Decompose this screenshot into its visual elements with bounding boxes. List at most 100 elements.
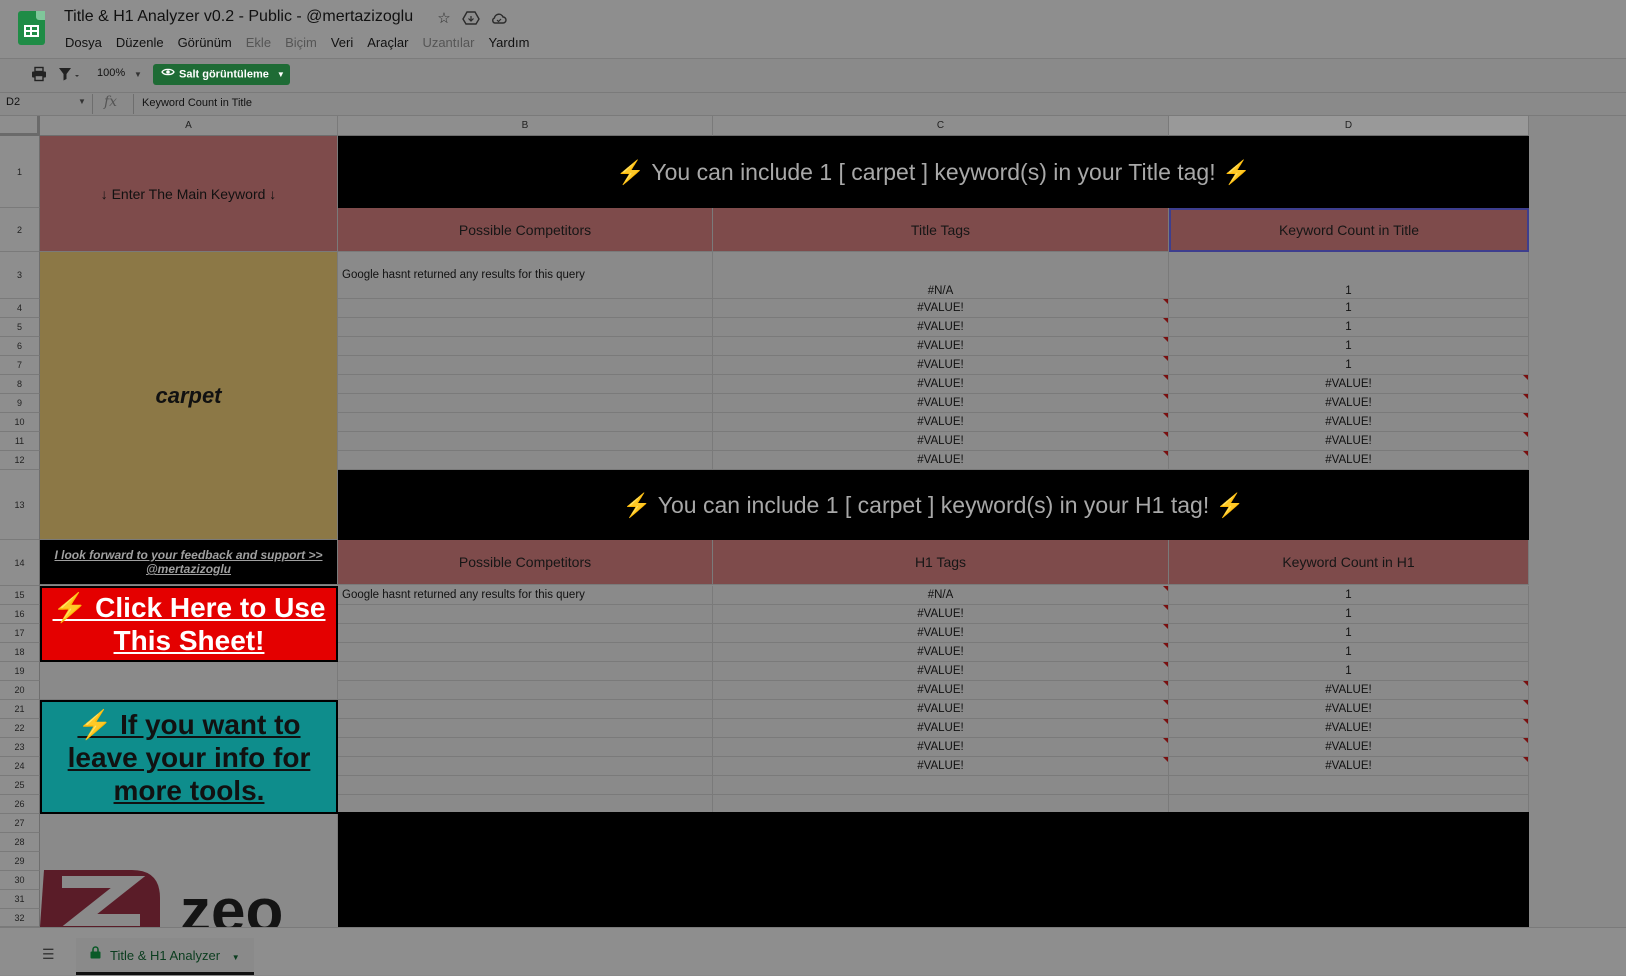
star-icon[interactable]: ☆ bbox=[434, 9, 454, 29]
empty-cell[interactable] bbox=[713, 776, 1169, 795]
column-header-a[interactable]: A bbox=[40, 116, 338, 136]
row-header-31[interactable]: 31 bbox=[0, 890, 40, 909]
row-header-12[interactable]: 12 bbox=[0, 451, 40, 470]
row-header-24[interactable]: 24 bbox=[0, 757, 40, 776]
keyword-count-cell[interactable]: 1 bbox=[1169, 318, 1529, 337]
menu-data[interactable]: Veri bbox=[324, 34, 360, 54]
keyword-count-cell[interactable]: #VALUE! bbox=[1169, 757, 1529, 776]
row-header-13[interactable]: 13 bbox=[0, 470, 40, 540]
competitor-cell[interactable] bbox=[338, 757, 713, 776]
tag-cell[interactable]: #VALUE! bbox=[713, 624, 1169, 643]
name-box-chevron-icon[interactable]: ▼ bbox=[78, 97, 86, 106]
tag-cell[interactable]: #VALUE! bbox=[713, 738, 1169, 757]
row-header-27[interactable]: 27 bbox=[0, 814, 40, 833]
keyword-count-cell[interactable]: 1 bbox=[1169, 643, 1529, 662]
tag-cell[interactable]: #VALUE! bbox=[713, 356, 1169, 375]
competitor-cell[interactable] bbox=[338, 451, 713, 470]
competitor-cell[interactable] bbox=[338, 643, 713, 662]
keyword-count-cell[interactable]: 1 bbox=[1169, 337, 1529, 356]
feedback-link[interactable]: I look forward to your feedback and supp… bbox=[40, 540, 338, 585]
tag-cell[interactable]: #VALUE! bbox=[713, 375, 1169, 394]
row-header-4[interactable]: 4 bbox=[0, 299, 40, 318]
tag-cell[interactable]: #VALUE! bbox=[713, 757, 1169, 776]
column-header-c[interactable]: C bbox=[713, 116, 1169, 136]
cell-a27-28[interactable] bbox=[40, 814, 338, 870]
keyword-count-cell[interactable]: #VALUE! bbox=[1169, 719, 1529, 738]
leave-info-link[interactable]: ⚡ If you want to leave your info for mor… bbox=[40, 700, 338, 814]
row-header-17[interactable]: 17 bbox=[0, 624, 40, 643]
keyword-count-cell[interactable]: #VALUE! bbox=[1169, 432, 1529, 451]
keyword-count-cell[interactable]: 1 bbox=[1169, 662, 1529, 681]
row-header-5[interactable]: 5 bbox=[0, 318, 40, 337]
name-box[interactable]: D2 bbox=[6, 96, 20, 108]
competitor-cell[interactable]: Google hasnt returned any results for th… bbox=[338, 586, 713, 605]
tag-cell[interactable]: #VALUE! bbox=[713, 662, 1169, 681]
menu-file[interactable]: Dosya bbox=[58, 34, 109, 54]
all-sheets-menu-icon[interactable]: ☰ bbox=[42, 946, 55, 963]
competitor-cell[interactable] bbox=[338, 375, 713, 394]
keyword-count-cell[interactable]: #VALUE! bbox=[1169, 700, 1529, 719]
competitor-cell[interactable] bbox=[338, 738, 713, 757]
row-header-26[interactable]: 26 bbox=[0, 795, 40, 814]
row-header-19[interactable]: 19 bbox=[0, 662, 40, 681]
keyword-count-cell[interactable]: #VALUE! bbox=[1169, 394, 1529, 413]
competitor-cell[interactable] bbox=[338, 394, 713, 413]
keyword-count-cell[interactable]: #VALUE! bbox=[1169, 451, 1529, 470]
sheet-tab-title-h1-analyzer[interactable]: Title & H1 Analyzer ▼ bbox=[76, 938, 254, 975]
competitor-cell[interactable] bbox=[338, 337, 713, 356]
row-header-28[interactable]: 28 bbox=[0, 833, 40, 852]
print-icon[interactable] bbox=[31, 66, 47, 84]
empty-cell[interactable] bbox=[1169, 776, 1529, 795]
row-header-25[interactable]: 25 bbox=[0, 776, 40, 795]
document-title[interactable]: Title & H1 Analyzer v0.2 - Public - @mer… bbox=[64, 8, 413, 26]
tag-cell[interactable]: #VALUE! bbox=[713, 337, 1169, 356]
formula-input[interactable]: Keyword Count in Title bbox=[142, 97, 252, 109]
row-header-3[interactable]: 3 bbox=[0, 252, 40, 299]
menu-view[interactable]: Görünüm bbox=[171, 34, 239, 54]
row-header-9[interactable]: 9 bbox=[0, 394, 40, 413]
menu-edit[interactable]: Düzenle bbox=[109, 34, 171, 54]
row-header-11[interactable]: 11 bbox=[0, 432, 40, 451]
select-all-corner[interactable] bbox=[0, 116, 40, 136]
filter-icon[interactable] bbox=[58, 66, 80, 84]
row-header-23[interactable]: 23 bbox=[0, 738, 40, 757]
column-header-d[interactable]: D bbox=[1169, 116, 1529, 136]
column-header-b[interactable]: B bbox=[338, 116, 713, 136]
competitor-cell[interactable] bbox=[338, 356, 713, 375]
tag-cell[interactable]: #N/A bbox=[713, 252, 1169, 299]
keyword-count-cell[interactable]: #VALUE! bbox=[1169, 413, 1529, 432]
competitor-cell[interactable] bbox=[338, 719, 713, 738]
view-only-button[interactable]: Salt görüntüleme ▼ bbox=[153, 64, 290, 85]
keyword-count-cell[interactable]: 1 bbox=[1169, 605, 1529, 624]
row-header-8[interactable]: 8 bbox=[0, 375, 40, 394]
row-header-29[interactable]: 29 bbox=[0, 852, 40, 871]
keyword-count-cell[interactable]: 1 bbox=[1169, 356, 1529, 375]
competitor-cell[interactable] bbox=[338, 662, 713, 681]
tag-cell[interactable]: #N/A bbox=[713, 586, 1169, 605]
competitor-cell[interactable] bbox=[338, 299, 713, 318]
row-header-32[interactable]: 32 bbox=[0, 909, 40, 927]
tag-cell[interactable]: #VALUE! bbox=[713, 318, 1169, 337]
tag-cell[interactable]: #VALUE! bbox=[713, 432, 1169, 451]
row-header-1[interactable]: 1 bbox=[0, 136, 40, 208]
keyword-count-cell[interactable]: 1 bbox=[1169, 299, 1529, 318]
row-header-15[interactable]: 15 bbox=[0, 586, 40, 605]
competitor-cell[interactable]: Google hasnt returned any results for th… bbox=[338, 252, 713, 299]
keyword-count-cell[interactable]: #VALUE! bbox=[1169, 738, 1529, 757]
row-header-30[interactable]: 30 bbox=[0, 871, 40, 890]
tag-cell[interactable]: #VALUE! bbox=[713, 681, 1169, 700]
row-header-20[interactable]: 20 bbox=[0, 681, 40, 700]
click-here-link[interactable]: ⚡ Click Here to Use This Sheet! bbox=[40, 586, 338, 662]
main-keyword-input[interactable]: carpet bbox=[40, 252, 338, 540]
row-header-2[interactable]: 2 bbox=[0, 208, 40, 252]
row-header-16[interactable]: 16 bbox=[0, 605, 40, 624]
tag-cell[interactable]: #VALUE! bbox=[713, 719, 1169, 738]
keyword-count-cell[interactable]: 1 bbox=[1169, 252, 1529, 299]
competitor-cell[interactable] bbox=[338, 681, 713, 700]
sheets-logo-icon[interactable] bbox=[18, 11, 45, 45]
row-header-21[interactable]: 21 bbox=[0, 700, 40, 719]
competitor-cell[interactable] bbox=[338, 605, 713, 624]
competitor-cell[interactable] bbox=[338, 318, 713, 337]
menu-tools[interactable]: Araçlar bbox=[360, 34, 415, 54]
tag-cell[interactable]: #VALUE! bbox=[713, 700, 1169, 719]
